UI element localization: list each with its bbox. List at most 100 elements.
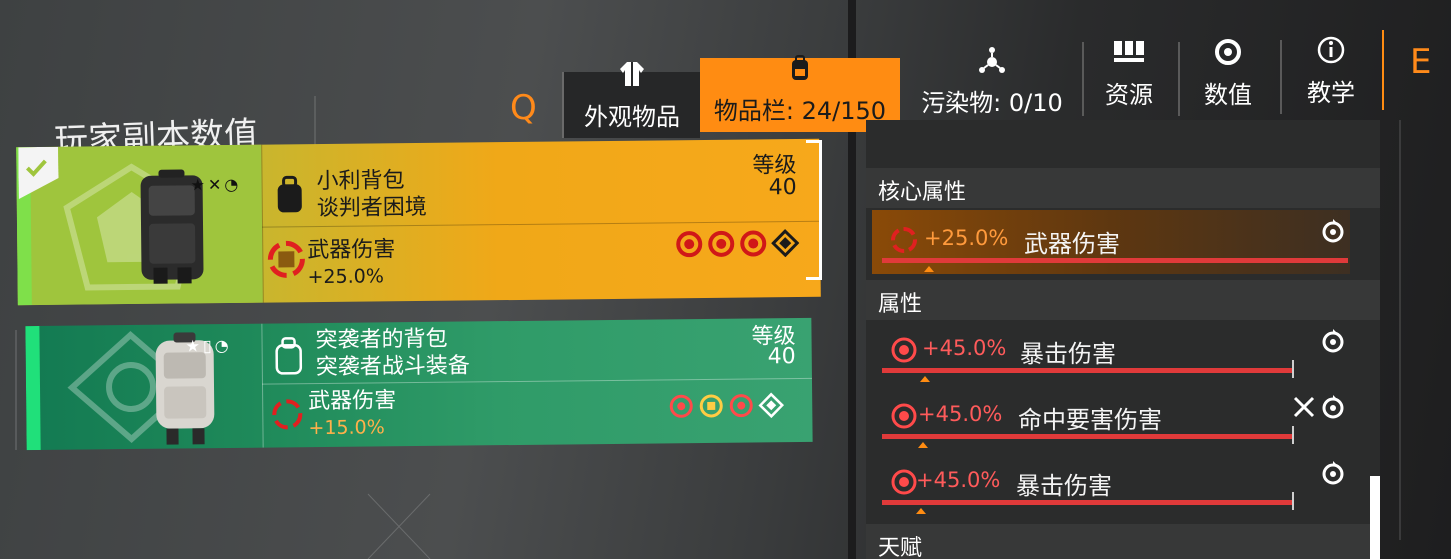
tab-separator [1082, 42, 1084, 116]
tab-separator [1178, 42, 1180, 116]
attribute-value: +45.0% [922, 336, 1007, 360]
prev-tab-hotkey[interactable]: Q [510, 88, 537, 128]
favorite-star-icon: ★ [185, 336, 201, 356]
item-attribute-value: +15.0% [308, 416, 385, 440]
core-attribute-value: +25.0% [924, 226, 1009, 250]
attribute-roll-bar [882, 368, 1292, 373]
row-icons [1320, 218, 1346, 244]
core-attributes-header: 核心属性 [866, 168, 1380, 208]
contamination-icon [977, 45, 1007, 81]
weapon-damage-attr-icon [891, 227, 917, 253]
tab-resources[interactable]: 资源 [1086, 39, 1172, 116]
attribute-name: 暴击伤害 [1016, 472, 1112, 500]
item-attribute-value: +25.0% [307, 265, 384, 289]
crossed-tools-icon: ✕ [207, 175, 222, 195]
attribute-max-marker [1292, 426, 1294, 444]
attribute-row[interactable]: +45.0% 暴击伤害 [872, 452, 1350, 516]
critical-damage-attr-icon [891, 403, 917, 429]
attributes-header: 属性 [866, 280, 1380, 320]
attribute-panel: 核心属性 +25.0% 武器伤害 属性 +45.0% 暴击伤害 +45.0% 命… [866, 120, 1380, 559]
item-level-value: 40 [768, 175, 797, 201]
item-card-compare[interactable]: ★ ▯ ◔ 突袭者的背包 突袭者战斗装备 等级 40 武器伤害 +15.0% [25, 317, 813, 451]
next-tab-hotkey[interactable]: E [1410, 42, 1431, 82]
resources-icon [1112, 39, 1146, 73]
item-attribute-name: 武器伤害 [308, 388, 397, 415]
item-mod-slots [675, 229, 800, 258]
cycle-icon: ◔ [224, 174, 239, 195]
core-attribute-name: 武器伤害 [1024, 230, 1120, 258]
attribute-roll-marker [920, 376, 930, 382]
item-backpack-type-icon [277, 175, 302, 213]
red-attribute-slot-icon [729, 394, 753, 418]
cycle-icon [1322, 461, 1344, 485]
tab-inventory-label: 物品栏: 24/150 [713, 97, 887, 125]
attribute-row[interactable]: +45.0% 命中要害伤害 [872, 386, 1350, 450]
attribute-row[interactable]: +45.0% 暴击伤害 [872, 320, 1350, 384]
favorite-star-icon: ★ [190, 175, 206, 195]
backpack-icon [785, 53, 815, 89]
item-brand: 谈判者困境 [316, 194, 427, 222]
tab-contaminants[interactable]: 污染物: 0/10 [904, 47, 1080, 124]
attribute-roll-marker [924, 266, 934, 272]
item-attribute-name: 武器伤害 [307, 237, 396, 264]
item-quick-icons: ★ ▯ ◔ [185, 336, 228, 355]
red-attribute-slot-icon [669, 394, 693, 418]
card-icon: ▯ [202, 336, 212, 356]
cycle-icon: ◔ [214, 335, 229, 356]
attribute-name: 命中要害伤害 [1018, 406, 1162, 434]
info-icon [1316, 35, 1346, 71]
item-brand: 突袭者战斗装备 [315, 353, 470, 381]
crossed-tools-icon [1293, 396, 1315, 418]
selection-bracket [806, 140, 822, 280]
attribute-value: +45.0% [918, 402, 1003, 426]
tab-stats[interactable]: 数值 [1182, 39, 1274, 116]
item-card-equipped[interactable]: ★ ✕ ◔ 小利背包 谈判者困境 等级 40 武器伤害 +25.0% [16, 138, 821, 306]
attribute-roll-marker [918, 442, 928, 448]
red-attribute-slot-icon [676, 231, 703, 258]
attribute-roll-bar [882, 500, 1292, 505]
row-icons [1320, 328, 1346, 354]
item-name: 小利背包 [316, 168, 405, 195]
tab-tutorial-label: 教学 [1307, 79, 1355, 107]
card-divider [261, 323, 264, 448]
talent-slot-icon [771, 229, 800, 258]
tab-separator [1382, 30, 1384, 110]
tab-outfit-label: 外观物品 [584, 103, 680, 131]
attribute-name: 暴击伤害 [1020, 340, 1116, 368]
target-icon [1213, 37, 1243, 73]
weapon-damage-attr-icon [267, 240, 305, 278]
jacket-icon [617, 59, 647, 95]
cycle-icon [1322, 219, 1344, 243]
rarity-stripe [25, 325, 41, 451]
weapon-damage-attr-icon [272, 399, 303, 430]
cycle-icon [1322, 395, 1344, 419]
yellow-attribute-slot-icon [699, 394, 723, 418]
talents-header: 天赋 [866, 524, 1380, 559]
critical-damage-attr-icon [891, 469, 917, 495]
item-quick-icons: ★ ✕ ◔ [190, 175, 238, 194]
critical-damage-attr-icon [891, 337, 917, 363]
row-icons [1320, 460, 1346, 486]
talent-slot-icon [758, 392, 785, 419]
red-attribute-slot-icon [708, 230, 735, 257]
red-attribute-slot-icon [740, 230, 767, 257]
row-icons [1292, 394, 1346, 420]
tab-resources-label: 资源 [1105, 81, 1153, 109]
item-backpack-type-icon [275, 337, 303, 375]
attribute-value: +45.0% [916, 468, 1001, 492]
item-name: 突袭者的背包 [315, 326, 448, 354]
attribute-roll-marker [916, 508, 926, 514]
tab-outfit[interactable]: 外观物品 [562, 62, 700, 138]
cycle-icon [1322, 329, 1344, 353]
core-attribute-row[interactable]: +25.0% 武器伤害 [872, 210, 1350, 274]
tab-contaminants-label: 污染物: 0/10 [921, 89, 1063, 117]
item-mod-slots [668, 392, 785, 419]
card-divider [262, 220, 821, 228]
tab-tutorial[interactable]: 教学 [1284, 36, 1378, 114]
panel-scrollbar[interactable] [1370, 476, 1380, 559]
attribute-roll-bar [882, 258, 1348, 263]
attribute-roll-bar [882, 434, 1292, 439]
tab-separator [1280, 40, 1282, 114]
attribute-max-marker [1292, 360, 1294, 378]
item-level-value: 40 [767, 344, 796, 370]
